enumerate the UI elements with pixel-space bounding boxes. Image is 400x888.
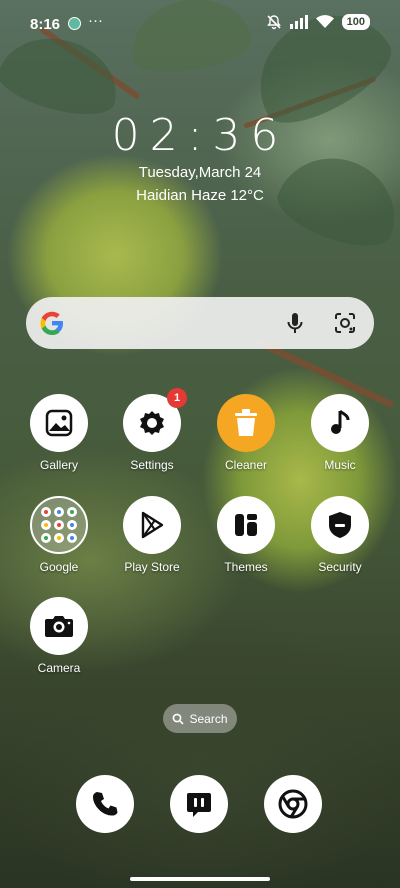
app-label: Google xyxy=(39,560,79,574)
mute-icon xyxy=(266,15,281,30)
chrome-icon[interactable] xyxy=(264,775,322,833)
app-search-button[interactable]: Search xyxy=(163,704,237,733)
app-label: Play Store xyxy=(124,560,180,574)
trash-icon[interactable] xyxy=(217,394,275,452)
app-label: Themes xyxy=(224,560,268,574)
app-label: Camera xyxy=(37,661,81,675)
google-logo-icon[interactable] xyxy=(39,310,65,336)
clock-time[interactable]: 02:36 xyxy=(0,110,400,161)
battery-icon: 100 xyxy=(341,14,370,30)
app-label: Gallery xyxy=(39,458,78,472)
signal-icon xyxy=(289,15,308,29)
wifi-icon xyxy=(315,15,334,28)
music-note-icon[interactable] xyxy=(311,394,369,452)
clock-date[interactable]: Tuesday,March 24 xyxy=(0,164,400,181)
google-lens-icon[interactable] xyxy=(332,310,358,336)
app-camera[interactable]: Camera xyxy=(14,597,104,675)
app-settings[interactable]: 1 Settings xyxy=(107,388,197,472)
camera-icon[interactable] xyxy=(30,597,88,655)
app-label: Music xyxy=(324,458,356,472)
app-play-store[interactable]: Play Store xyxy=(107,496,197,574)
weather-text[interactable]: Haidian Haze 12°C xyxy=(0,187,400,204)
google-folder-icon[interactable] xyxy=(30,496,88,554)
app-label: Settings xyxy=(130,458,174,472)
app-security[interactable]: Security xyxy=(295,496,385,574)
play-store-icon[interactable] xyxy=(123,496,181,554)
microphone-icon[interactable] xyxy=(282,310,308,336)
notification-badge: 1 xyxy=(167,388,187,408)
message-icon[interactable] xyxy=(170,775,228,833)
gesture-navigation-bar[interactable] xyxy=(130,877,270,881)
gallery-icon[interactable] xyxy=(30,394,88,452)
status-time: 8:16 xyxy=(30,16,61,33)
app-themes[interactable]: Themes xyxy=(201,496,291,574)
app-cleaner[interactable]: Cleaner xyxy=(201,394,291,472)
status-bar: 8:16 ··· 100 xyxy=(0,0,400,48)
more-notifications-indicator: ··· xyxy=(88,12,103,29)
app-google-folder[interactable]: Google xyxy=(14,496,104,574)
app-search-label: Search xyxy=(189,711,228,726)
app-label: Cleaner xyxy=(224,458,268,472)
google-search-bar[interactable] xyxy=(26,297,374,349)
app-label: Security xyxy=(318,560,362,574)
phone-icon[interactable] xyxy=(76,775,134,833)
notification-app-icon xyxy=(68,17,81,30)
themes-icon[interactable] xyxy=(217,496,275,554)
gear-icon[interactable]: 1 xyxy=(123,388,187,452)
shield-icon[interactable] xyxy=(311,496,369,554)
app-gallery[interactable]: Gallery xyxy=(14,394,104,472)
app-music[interactable]: Music xyxy=(295,394,385,472)
search-icon xyxy=(173,713,185,725)
